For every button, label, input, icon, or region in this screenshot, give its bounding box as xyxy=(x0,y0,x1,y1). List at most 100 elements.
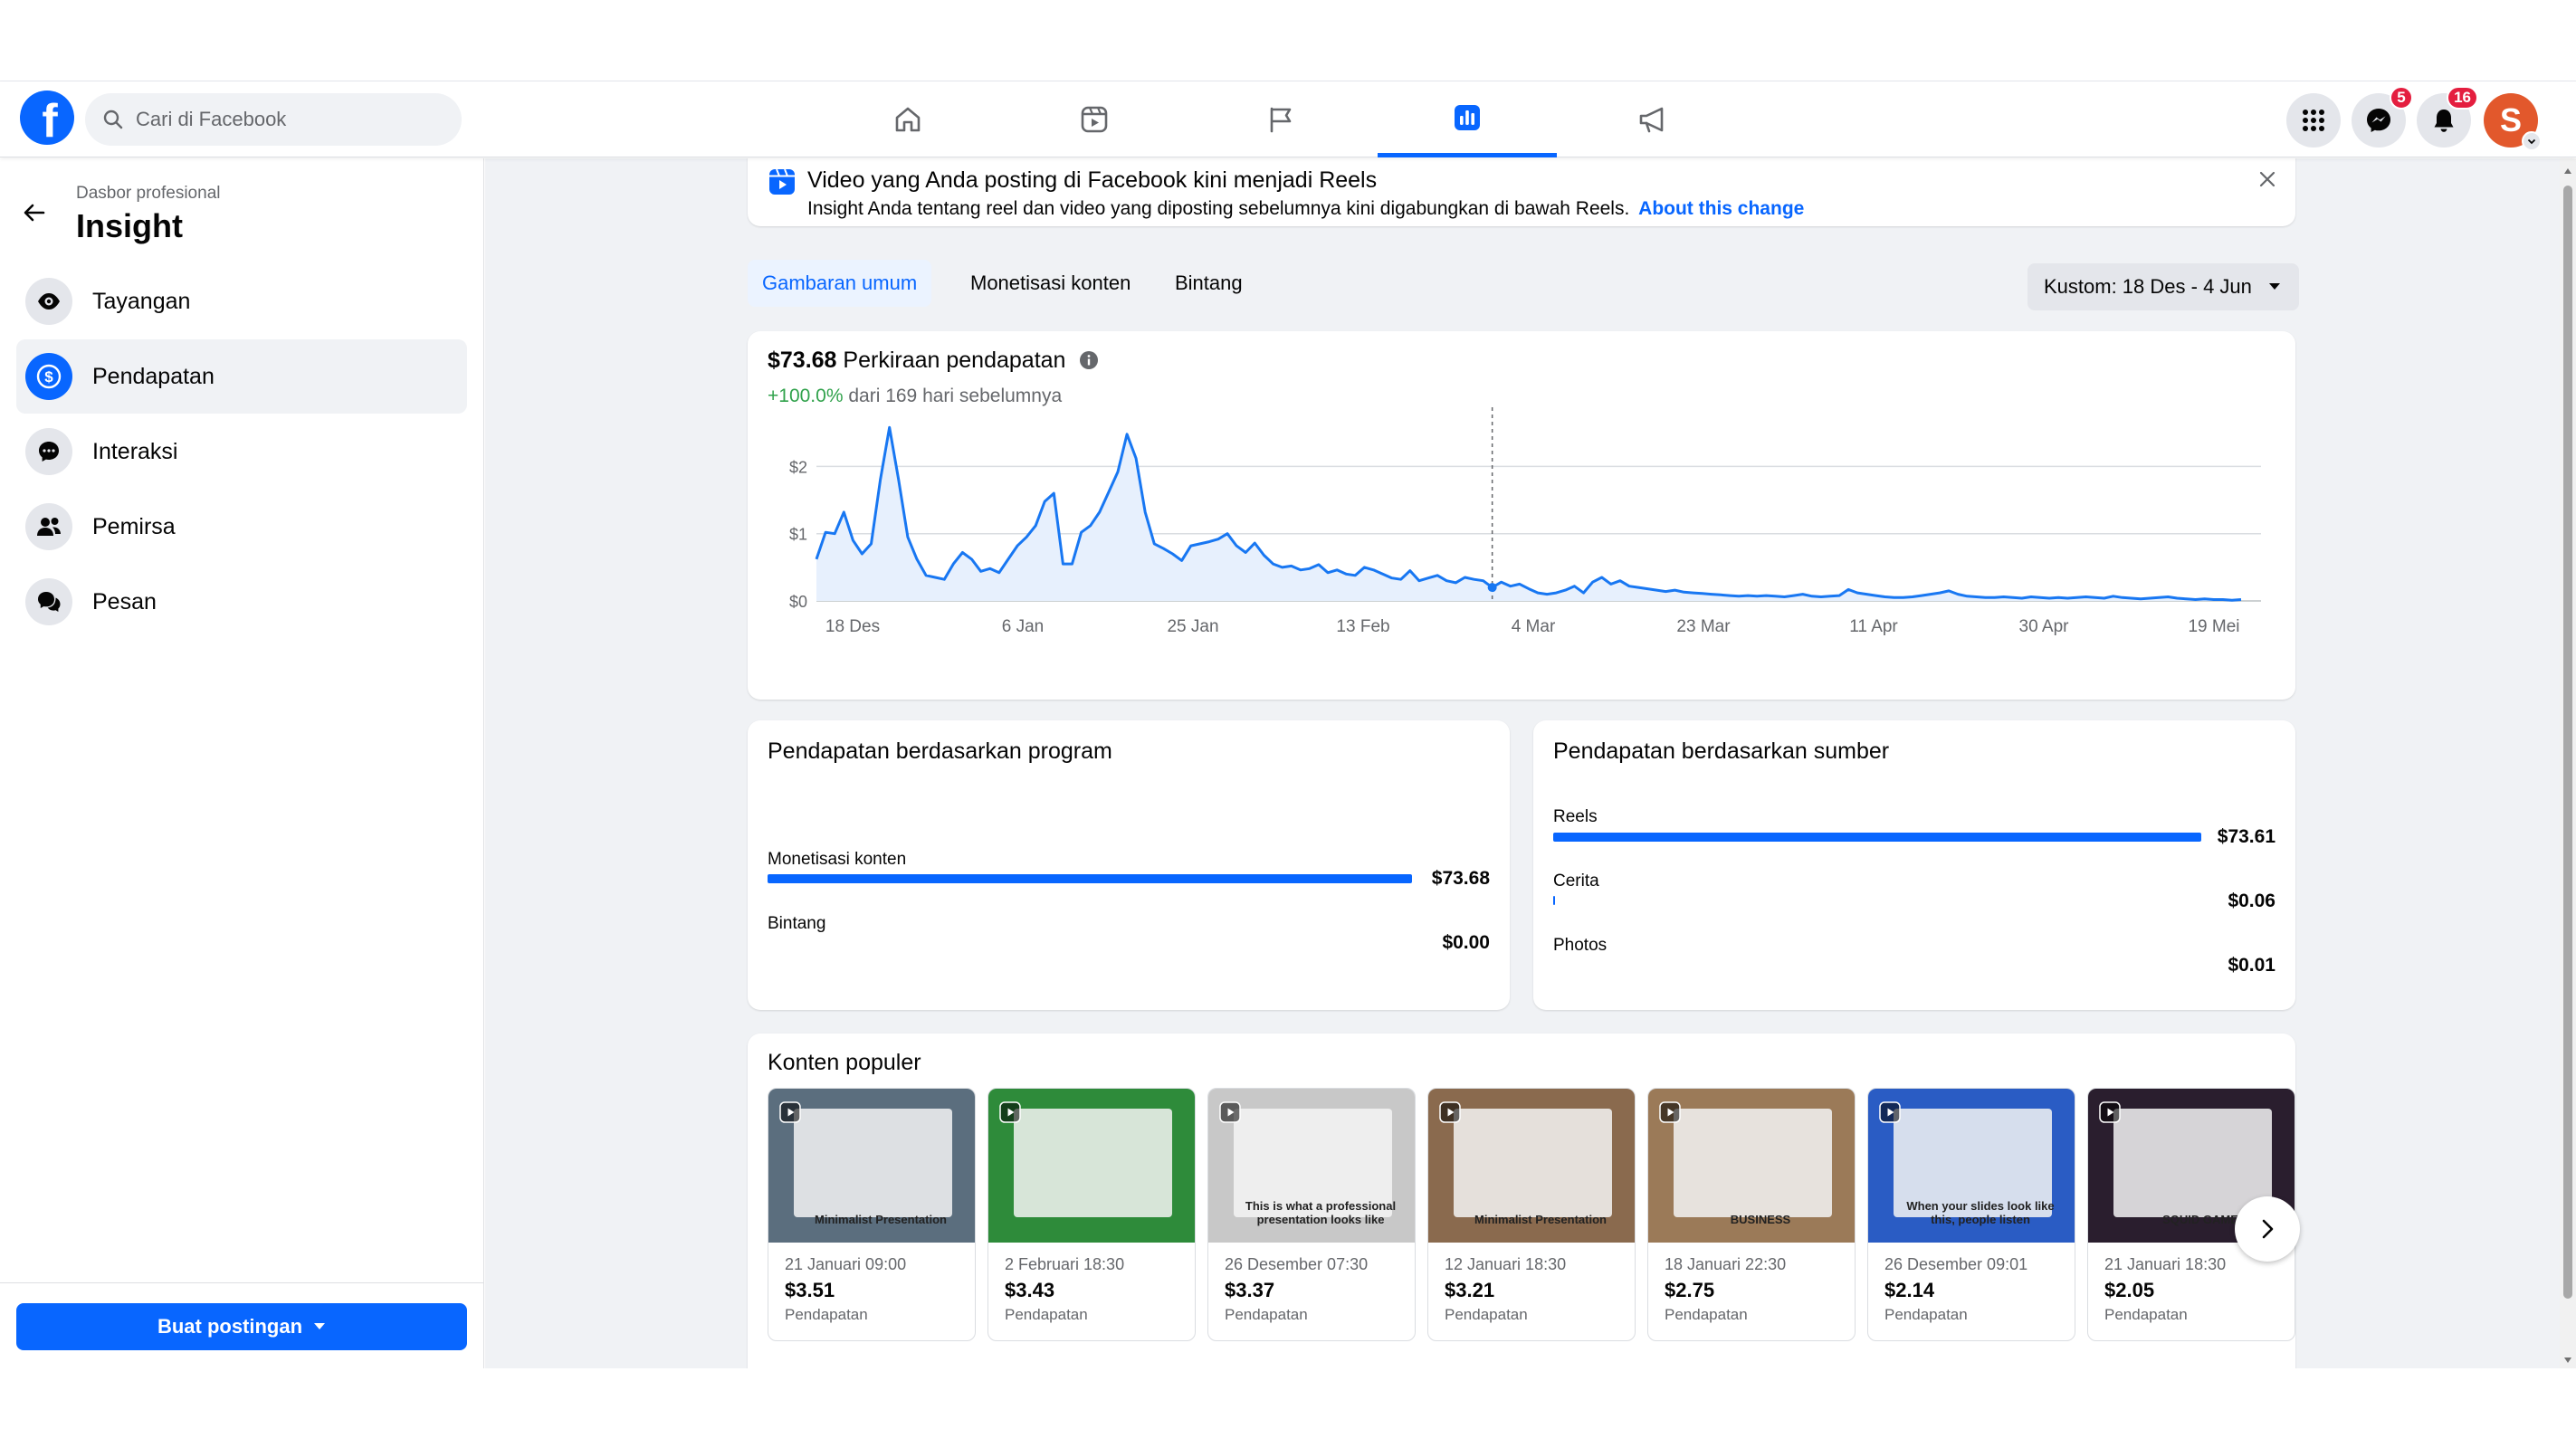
content-earnings: $3.37 xyxy=(1225,1279,1275,1301)
hover-marker-point xyxy=(1487,583,1497,593)
chevron-right-icon xyxy=(2256,1218,2278,1240)
create-post-button[interactable]: Buat postingan xyxy=(16,1303,467,1350)
create-post-label: Buat postingan xyxy=(157,1315,303,1338)
back-button[interactable] xyxy=(16,195,52,231)
reels-icon xyxy=(1439,1101,1461,1123)
nav-tab-pages[interactable] xyxy=(1191,81,1370,157)
content-earnings-label: Pendapatan xyxy=(1445,1306,1528,1323)
thumbnail-screen xyxy=(1674,1109,1832,1217)
sidebar-item-pemirsa[interactable]: Pemirsa xyxy=(16,490,467,564)
x-tick-label: 11 Apr xyxy=(1849,617,1898,636)
source-value: $73.61 xyxy=(2217,826,2275,847)
bell-icon xyxy=(2430,107,2457,134)
content-earnings: $2.14 xyxy=(1884,1279,1935,1301)
tab-content-monetization[interactable]: Monetisasi konten xyxy=(956,260,1145,307)
scrollbar[interactable] xyxy=(2560,158,2576,1368)
content-thumbnail[interactable]: BUSINESS xyxy=(1648,1089,1855,1243)
popular-content-item[interactable]: BUSINESS 18 Januari 22:30 $2.75 Pendapatan xyxy=(1647,1088,1856,1341)
content-date: 26 Desember 09:01 xyxy=(1884,1255,2028,1273)
popular-content-item[interactable]: This is what a professional presentation… xyxy=(1207,1088,1416,1341)
content-thumbnail[interactable]: Minimalist Presentation xyxy=(1428,1089,1635,1243)
scroll-up-arrow-icon[interactable] xyxy=(2563,164,2572,174)
nav-tab-reels[interactable] xyxy=(1005,81,1184,157)
sidebar-item-pendapatan[interactable]: $ Pendapatan xyxy=(16,339,467,414)
tab-overview[interactable]: Gambaran umum xyxy=(748,260,932,307)
content-earnings: $3.43 xyxy=(1005,1279,1055,1301)
date-range-dropdown[interactable]: Kustom: 18 Des - 4 Jun xyxy=(2027,263,2299,310)
source-bar-track xyxy=(1553,960,2201,969)
thumbnail-caption: This is what a professional presentation… xyxy=(1245,1199,1397,1226)
source-bar-reels xyxy=(1553,833,2201,842)
close-notice-button[interactable] xyxy=(2254,166,2281,193)
notice-text: Insight Anda tentang reel dan video yang… xyxy=(807,198,1804,220)
sidebar-item-label: Tayangan xyxy=(92,288,191,314)
source-bar-track xyxy=(1553,896,2201,905)
popular-content-item[interactable]: 2 Februari 18:30 $3.43 Pendapatan xyxy=(987,1088,1196,1341)
sidebar-item-label: Pendapatan xyxy=(92,363,215,389)
sidebar: Dasbor profesional Insight Tayangan $ Pe… xyxy=(0,158,484,1368)
search-box[interactable] xyxy=(85,93,462,146)
nav-tab-home[interactable] xyxy=(818,81,997,157)
chat-icon xyxy=(36,439,62,464)
popular-content-item[interactable]: Minimalist Presentation 21 Januari 09:00 $… xyxy=(768,1088,976,1341)
content-earnings-label: Pendapatan xyxy=(2104,1306,2188,1323)
thumbnail-screen xyxy=(1014,1109,1172,1217)
sidebar-title: Insight xyxy=(76,207,183,244)
earnings-line-chart[interactable]: $0 $1 $2 18 Des 6 Jan 25 Jan 13 Feb 4 Mar 23 Mar… xyxy=(748,404,2295,693)
y-tick-label: $0 xyxy=(789,593,807,611)
scroll-down-arrow-icon[interactable] xyxy=(2563,1353,2572,1363)
thumbnail-screen xyxy=(794,1109,952,1217)
content-date: 18 Januari 22:30 xyxy=(1665,1255,1787,1273)
content-thumbnail[interactable] xyxy=(988,1089,1195,1243)
earnings-by-program-card: Pendapatan berdasarkan program Monetisas… xyxy=(748,720,1510,1010)
content-earnings: $2.05 xyxy=(2104,1279,2155,1301)
content-earnings: $3.51 xyxy=(785,1279,835,1301)
sidebar-item-pesan[interactable]: Pesan xyxy=(16,565,467,639)
popular-content-card: Konten populer Minimalist Presentation 21… xyxy=(748,1034,2300,1368)
popular-content-item[interactable]: When your slides look like this, people … xyxy=(1867,1088,2075,1341)
content-thumbnail[interactable]: This is what a professional presentation… xyxy=(1208,1089,1415,1243)
nav-tab-insights[interactable] xyxy=(1378,81,1557,157)
sidebar-subtitle: Dasbor profesional xyxy=(76,184,221,203)
thumbnail-caption: When your slides look like this, people … xyxy=(1906,1199,2055,1226)
content-thumbnail[interactable]: Minimalist Presentation xyxy=(768,1089,975,1243)
insights-icon xyxy=(1451,101,1484,134)
content-date: 21 Januari 09:00 xyxy=(785,1255,907,1273)
sidebar-item-label: Pesan xyxy=(92,588,157,614)
caret-down-icon xyxy=(313,1322,326,1331)
home-icon xyxy=(892,103,924,136)
messenger-button[interactable]: 5 xyxy=(2352,86,2413,148)
messenger-badge: 5 xyxy=(2390,86,2413,110)
scrollbar-thumb[interactable] xyxy=(2563,186,2572,1299)
people-icon xyxy=(35,514,62,539)
content-thumbnail[interactable]: When your slides look like this, people … xyxy=(1868,1089,2075,1243)
megaphone-icon xyxy=(1636,103,1671,136)
menu-button[interactable] xyxy=(2286,93,2341,148)
sidebar-item-tayangan[interactable]: Tayangan xyxy=(16,264,467,338)
notice-title: Video yang Anda posting di Facebook kini… xyxy=(807,167,1378,193)
info-icon[interactable] xyxy=(1079,350,1099,370)
popular-content-item[interactable]: Minimalist Presentation 12 Januari 18:30 $… xyxy=(1427,1088,1636,1341)
account-chevron-icon[interactable] xyxy=(2522,131,2542,151)
notifications-button[interactable]: 16 xyxy=(2417,86,2478,148)
facebook-logo[interactable]: f xyxy=(20,90,74,148)
program-bar-monetisasi xyxy=(768,874,1412,883)
program-bar-track xyxy=(768,874,1412,883)
earnings-label: Perkiraan pendapatan xyxy=(843,348,1066,373)
nav-tab-ads[interactable] xyxy=(1564,81,1743,157)
reels-icon xyxy=(2099,1101,2121,1123)
content-date: 26 Desember 07:30 xyxy=(1225,1255,1369,1273)
tab-stars[interactable]: Bintang xyxy=(1160,260,1257,307)
thumbnail-screen xyxy=(1454,1109,1612,1217)
sidebar-item-interaksi[interactable]: Interaksi xyxy=(16,414,467,489)
search-input[interactable] xyxy=(136,108,407,131)
notifications-badge: 16 xyxy=(2447,86,2478,110)
x-tick-label: 23 Mar xyxy=(1676,617,1731,636)
about-change-link[interactable]: About this change xyxy=(1638,198,1804,219)
x-tick-label: 13 Feb xyxy=(1336,617,1389,636)
sidebar-item-label: Pemirsa xyxy=(92,513,176,539)
program-value: $0.00 xyxy=(1442,932,1490,953)
program-label: Monetisasi konten xyxy=(768,850,907,869)
program-bar-track xyxy=(768,938,1412,948)
next-content-button[interactable] xyxy=(2235,1196,2300,1262)
